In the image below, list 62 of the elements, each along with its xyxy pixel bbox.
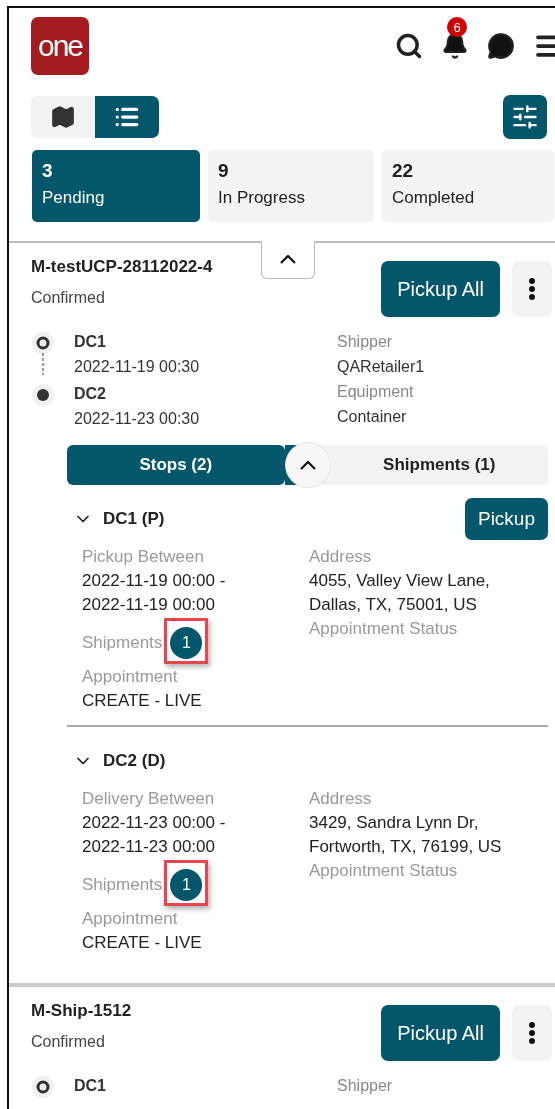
field-value: CREATE - LIVE <box>82 690 202 712</box>
collapse-button[interactable] <box>284 442 331 488</box>
chat-icon[interactable] <box>487 32 515 60</box>
field-label: Address <box>309 788 372 810</box>
sliders-icon <box>511 103 539 131</box>
order-title: M-testUCP-28112022-4 <box>31 257 213 277</box>
field-label: Address <box>309 546 372 568</box>
filter-button[interactable] <box>503 95 547 139</box>
field-label: Appointment <box>82 666 178 688</box>
stop-toggle[interactable]: DC1 (P) <box>73 509 165 529</box>
field-value: 3429, Sandra Lynn Dr, Fortworth, TX, 76199, US <box>309 812 502 858</box>
search-icon[interactable] <box>395 32 423 60</box>
detail-label: Shipper <box>337 332 393 352</box>
order-status: Confirmed <box>31 1033 106 1051</box>
status-tab[interactable]: 3 Pending <box>32 150 200 222</box>
notification-badge: 6 <box>447 17 467 37</box>
field-label: Delivery Between <box>82 788 215 810</box>
map-icon <box>50 104 76 130</box>
field-label: Appointment Status <box>309 860 458 882</box>
field-label: Pickup Between <box>82 546 204 568</box>
field-label: Appointment <box>82 908 178 930</box>
destination-dot-icon <box>31 383 55 407</box>
detail-value: Container <box>337 407 407 427</box>
view-toggle-button[interactable] <box>95 96 159 138</box>
status-tab[interactable]: 22 Completed <box>382 150 554 222</box>
stop-time: 2022-11-19 00:30 <box>74 357 200 377</box>
field-label: Shipments <box>82 874 163 896</box>
stop-time: 2022-11-23 00:30 <box>74 409 200 429</box>
pickup-button[interactable]: Pickup <box>464 498 548 540</box>
app-logo[interactable]: one <box>31 17 89 75</box>
origin-dot-icon <box>31 331 55 355</box>
detail-label: Equipment <box>337 382 414 402</box>
stop-name: DC1 <box>74 1076 106 1096</box>
status-tab[interactable]: 9 In Progress <box>208 150 374 222</box>
chevron-up-icon <box>299 460 316 470</box>
field-label: Appointment Status <box>309 618 458 640</box>
dashed-line <box>42 353 44 375</box>
origin-dot-icon <box>31 1075 55 1099</box>
stop-name: DC2 <box>74 384 106 404</box>
more-icon <box>529 1022 535 1044</box>
more-button[interactable] <box>512 1005 552 1061</box>
stop-toggle[interactable]: DC2 (D) <box>73 751 166 771</box>
order-status: Confirmed <box>31 289 106 307</box>
field-value: CREATE - LIVE <box>82 932 202 954</box>
card-tab[interactable]: Stops (2) <box>67 445 285 485</box>
collapse-tab[interactable] <box>261 241 315 279</box>
field-value: 4055, Valley View Lane, Dallas, TX, 75001, US <box>309 570 490 616</box>
more-icon <box>529 278 535 300</box>
count-badge[interactable]: 1 <box>170 627 203 659</box>
chevron-up-icon <box>280 255 296 264</box>
pickup-all-button[interactable]: Pickup All <box>381 1005 500 1061</box>
more-button[interactable] <box>512 261 552 317</box>
order-title: M-Ship-1512 <box>31 1001 132 1021</box>
field-value: 2022-11-23 00:00 - 2022-11-23 00:00 <box>82 812 226 858</box>
count-badge[interactable]: 1 <box>170 869 203 901</box>
field-label: Shipments <box>82 632 163 654</box>
pickup-all-button[interactable]: Pickup All <box>381 261 500 317</box>
detail-value: QARetailer1 <box>337 357 425 377</box>
field-value: 2022-11-19 00:00 - 2022-11-19 00:00 <box>82 570 226 616</box>
detail-label: Shipper <box>337 1076 393 1096</box>
stop-name: DC1 <box>74 332 106 352</box>
bell-icon[interactable] <box>441 32 469 60</box>
